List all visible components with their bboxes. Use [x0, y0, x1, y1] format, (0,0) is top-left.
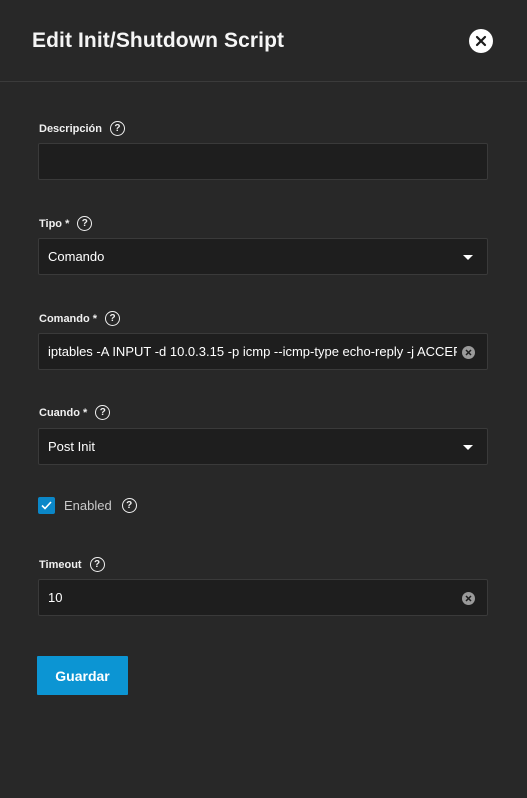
dialog-title: Edit Init/Shutdown Script — [32, 29, 285, 52]
when-select[interactable]: Post Init — [38, 428, 488, 465]
command-value: iptables -A INPUT -d 10.0.3.15 -p icmp -… — [48, 344, 457, 359]
chevron-down-icon — [463, 255, 473, 260]
save-button[interactable]: Guardar — [37, 656, 128, 695]
clear-icon[interactable] — [462, 346, 475, 359]
timeout-value: 10 — [48, 590, 63, 605]
command-label: Comando * ? — [39, 311, 121, 326]
timeout-label: Timeout ? — [39, 557, 105, 572]
command-field[interactable]: iptables -A INPUT -d 10.0.3.15 -p icmp -… — [38, 333, 488, 370]
timeout-field[interactable]: 10 — [38, 579, 488, 616]
help-icon[interactable]: ? — [121, 498, 137, 513]
chevron-down-icon — [463, 445, 473, 450]
description-label: Descripción ? — [39, 121, 125, 136]
type-select[interactable]: Comando — [38, 238, 488, 275]
type-label-text: Tipo * — [39, 217, 70, 230]
help-icon[interactable]: ? — [89, 557, 105, 572]
clear-icon[interactable] — [462, 592, 475, 605]
timeout-label-text: Timeout — [39, 558, 82, 571]
enabled-label: Enabled ? — [64, 497, 137, 514]
help-icon[interactable]: ? — [77, 216, 93, 231]
command-label-text: Comando * — [39, 312, 98, 325]
when-label-text: Cuando * — [39, 406, 88, 419]
when-value: Post Init — [48, 439, 95, 454]
type-label: Tipo * ? — [39, 216, 93, 231]
description-label-text: Descripción — [39, 122, 102, 135]
description-field[interactable] — [38, 143, 488, 180]
close-icon — [475, 35, 487, 47]
close-button[interactable] — [469, 29, 493, 53]
dialog-header: Edit Init/Shutdown Script — [0, 0, 527, 82]
enabled-label-text: Enabled — [64, 498, 112, 513]
help-icon[interactable]: ? — [95, 405, 111, 420]
help-icon[interactable]: ? — [109, 121, 125, 136]
enabled-checkbox[interactable] — [38, 497, 55, 514]
type-value: Comando — [48, 249, 105, 264]
help-icon[interactable]: ? — [105, 311, 121, 326]
check-icon — [41, 501, 52, 510]
when-label: Cuando * ? — [39, 405, 111, 420]
